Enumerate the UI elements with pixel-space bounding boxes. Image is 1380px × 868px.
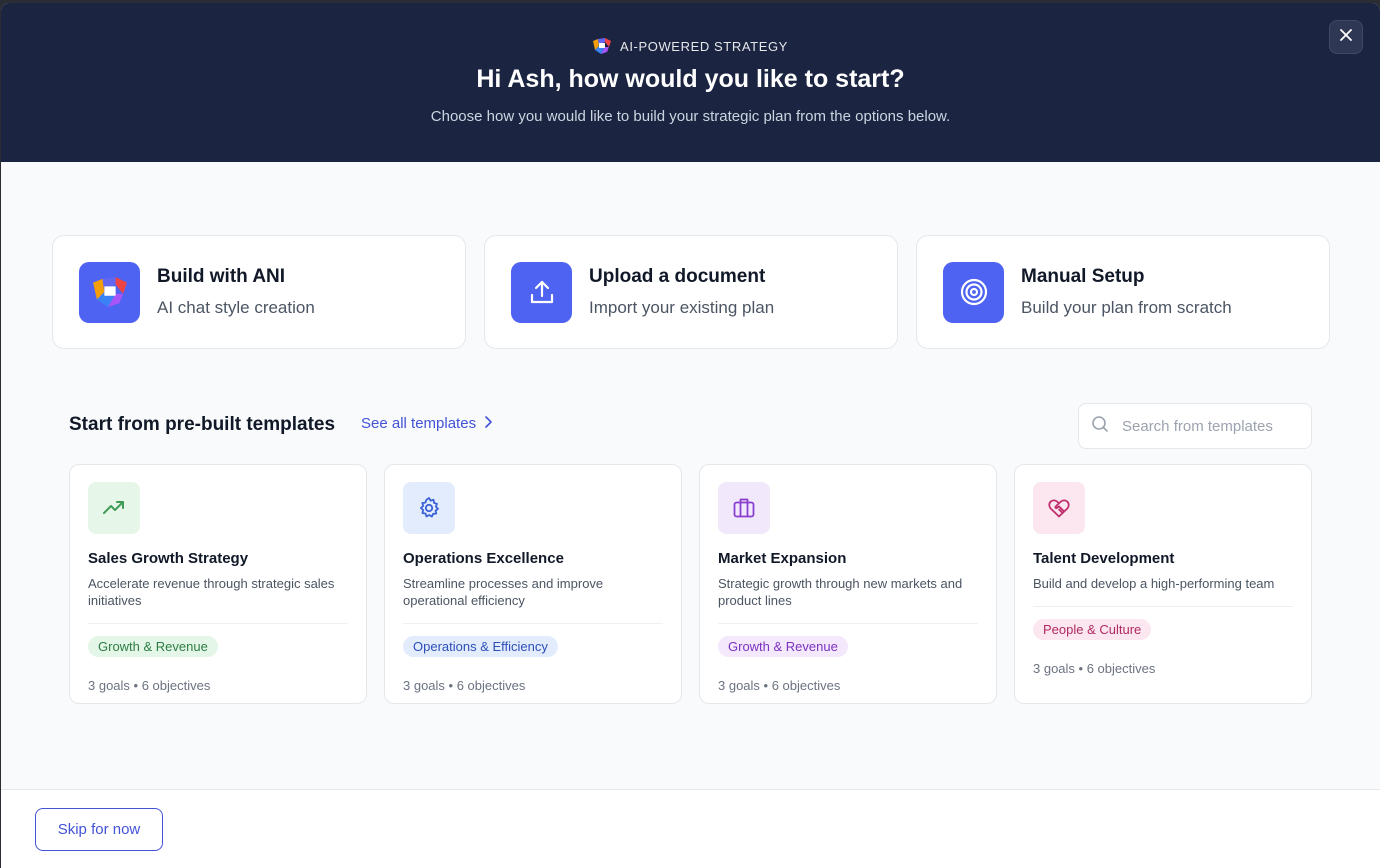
option-title: Upload a document xyxy=(589,266,766,287)
templates-header: Start from pre-built templates See all t… xyxy=(69,403,1312,449)
template-search xyxy=(1078,403,1312,449)
search-icon xyxy=(1091,415,1109,438)
page-title: Hi Ash, how would you like to start? xyxy=(476,65,905,93)
option-build-with-ani[interactable]: Build with ANI AI chat style creation xyxy=(52,235,466,349)
templates-title: Start from pre-built templates xyxy=(69,414,336,435)
see-all-templates-link[interactable]: See all templates xyxy=(361,415,492,432)
start-options: Build with ANI AI chat style creation Up… xyxy=(52,235,1330,349)
template-meta: 3 goals • 6 objectives xyxy=(88,678,211,693)
template-tag: Operations & Efficiency xyxy=(403,636,558,657)
trending-up-icon xyxy=(88,482,140,534)
gear-icon xyxy=(403,482,455,534)
template-meta: 3 goals • 6 objectives xyxy=(718,678,841,693)
modal-footer: Skip for now xyxy=(1,789,1380,868)
template-name: Operations Excellence xyxy=(403,550,564,567)
divider xyxy=(718,623,978,624)
option-subtitle: AI chat style creation xyxy=(157,298,315,317)
template-tag: Growth & Revenue xyxy=(718,636,848,657)
option-title: Manual Setup xyxy=(1021,266,1145,287)
close-button[interactable] xyxy=(1329,20,1363,54)
template-description: Build and develop a high-performing team xyxy=(1033,576,1275,591)
option-upload-document[interactable]: Upload a document Import your existing p… xyxy=(484,235,898,349)
upload-icon xyxy=(511,261,572,323)
skip-for-now-button[interactable]: Skip for now xyxy=(35,808,163,851)
template-card-sales-growth[interactable]: Sales Growth Strategy Accelerate revenue… xyxy=(69,464,367,704)
eyebrow: AI-POWERED STRATEGY xyxy=(1,38,1380,54)
option-title: Build with ANI xyxy=(157,266,286,287)
chevron-right-icon xyxy=(484,415,492,432)
briefcase-icon xyxy=(718,482,770,534)
start-strategy-modal: AI-POWERED STRATEGY Hi Ash, how would yo… xyxy=(1,3,1380,868)
template-description: Strategic growth through new markets and… xyxy=(718,576,963,608)
page-subtitle: Choose how you would like to build your … xyxy=(430,108,951,125)
option-subtitle: Import your existing plan xyxy=(589,298,775,317)
divider xyxy=(88,623,348,624)
target-icon xyxy=(943,261,1004,323)
ani-logo-icon xyxy=(79,261,140,323)
template-meta: 3 goals • 6 objectives xyxy=(403,678,526,693)
hero-header: AI-POWERED STRATEGY Hi Ash, how would yo… xyxy=(1,3,1380,162)
template-name: Sales Growth Strategy xyxy=(88,550,249,567)
eyebrow-label: AI-POWERED STRATEGY xyxy=(620,38,788,54)
template-name: Market Expansion xyxy=(718,550,847,567)
see-all-label: See all templates xyxy=(361,415,477,432)
heart-handshake-icon xyxy=(1033,482,1085,534)
template-card-operations-excellence[interactable]: Operations Excellence Streamline process… xyxy=(384,464,682,704)
template-tag: Growth & Revenue xyxy=(88,636,218,657)
divider xyxy=(403,623,663,624)
close-icon xyxy=(1340,28,1352,46)
template-name: Talent Development xyxy=(1033,550,1175,567)
template-description: Streamline processes and improve operati… xyxy=(403,576,604,608)
option-manual-setup[interactable]: Manual Setup Build your plan from scratc… xyxy=(916,235,1330,349)
template-meta: 3 goals • 6 objectives xyxy=(1033,661,1156,676)
template-card-talent-development[interactable]: Talent Development Build and develop a h… xyxy=(1014,464,1312,704)
search-input[interactable] xyxy=(1122,417,1302,435)
divider xyxy=(1033,606,1293,607)
template-card-market-expansion[interactable]: Market Expansion Strategic growth throug… xyxy=(699,464,997,704)
option-subtitle: Build your plan from scratch xyxy=(1021,298,1232,317)
template-list: Sales Growth Strategy Accelerate revenue… xyxy=(69,464,1312,704)
template-description: Accelerate revenue through strategic sal… xyxy=(88,576,335,608)
template-tag: People & Culture xyxy=(1033,619,1152,640)
ani-logo-icon xyxy=(593,38,612,54)
